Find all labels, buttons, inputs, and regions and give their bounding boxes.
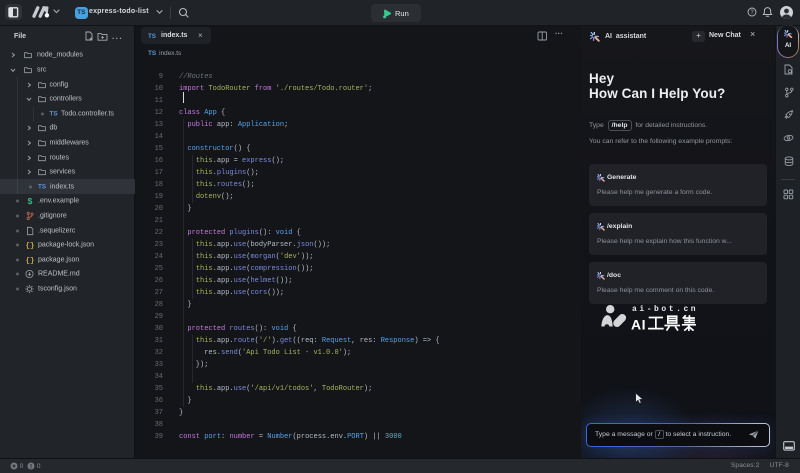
svg-text:$: $ xyxy=(27,197,32,206)
svg-text:{}: {} xyxy=(25,243,34,250)
svg-text:{}: {} xyxy=(25,257,34,264)
